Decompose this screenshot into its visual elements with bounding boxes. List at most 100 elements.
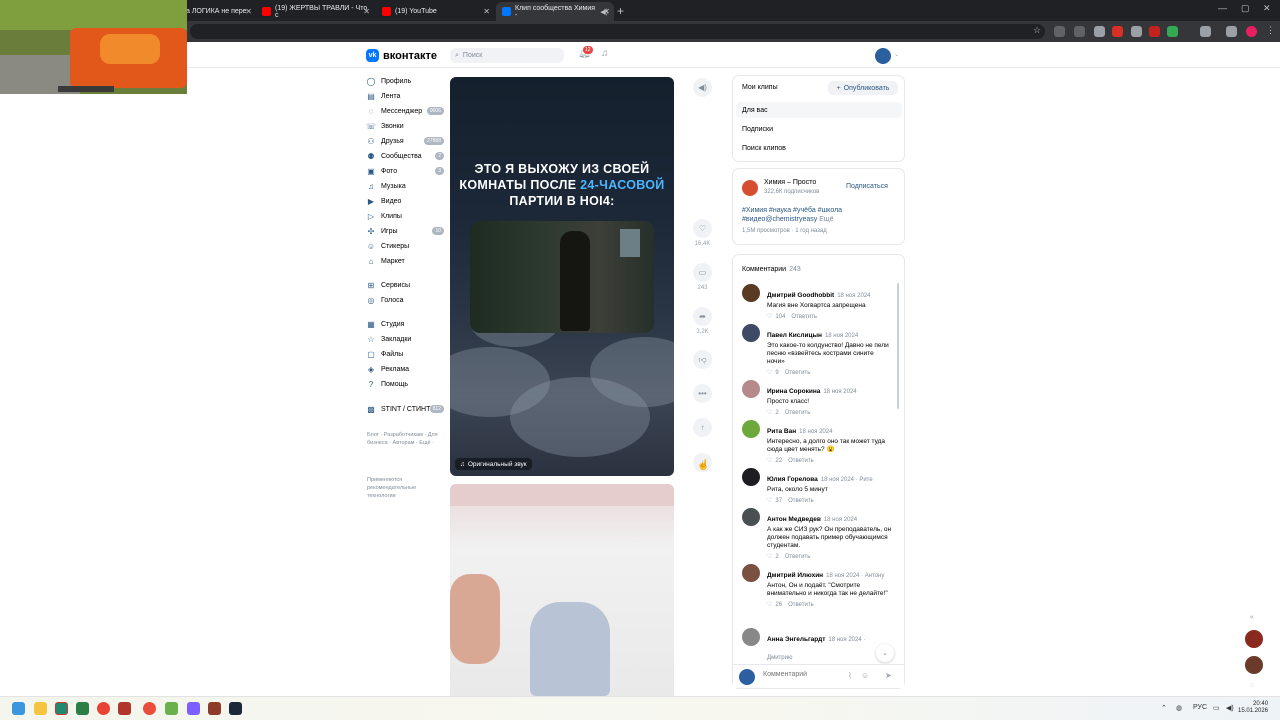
collapse-icon[interactable]: « [1250,614,1254,621]
clip-player-next[interactable] [450,484,674,696]
new-tab-icon[interactable]: + [617,4,624,18]
clip-tags[interactable]: #Химия #наука #учёба #школа #видео@chemi… [742,206,892,224]
sidebar-item[interactable]: ▶ Видео [366,194,446,208]
chat-avatar[interactable] [1245,630,1263,648]
comment-input[interactable] [763,671,843,678]
close-icon[interactable]: ✕ [603,7,610,16]
volume-tray-icon[interactable]: ◀) [1226,704,1234,712]
dislike-button[interactable]: 👎︎ [693,350,712,369]
sidebar-item[interactable]: ✣ Игры 10 [366,224,446,238]
menu-icon[interactable]: ⋮ [1266,25,1275,36]
previous-clip-button[interactable]: ↑ [693,418,712,437]
subscribe-button[interactable]: Подписаться [846,183,888,190]
emoji-icon[interactable]: ☺ [861,671,869,680]
avatar[interactable] [742,380,760,398]
publish-button[interactable]: + Опубликовать [828,81,898,95]
sidebar-item[interactable]: ▤ Лента [366,89,446,103]
extension-icon[interactable] [1094,26,1105,37]
tray-chevron-icon[interactable]: ⌃ [1161,704,1167,712]
sidebar-item[interactable]: ♫ Музыка [366,179,446,193]
app-icon[interactable] [76,702,89,715]
reply-button[interactable]: Ответить [788,498,814,504]
sidebar-item[interactable]: ◯ Профиль [366,74,446,88]
extension-icon[interactable] [1167,26,1178,37]
extension-icon[interactable] [1112,26,1123,37]
heart-icon[interactable]: ♡ [767,458,772,464]
share-button[interactable]: ➦ 3,2K [693,307,712,335]
browser-tab[interactable]: (19) ЖЕРТВЫ ТРАВЛИ - Что с ✕ [256,2,374,21]
chat-avatar[interactable] [1245,656,1263,674]
app-icon[interactable] [143,702,156,715]
comment-author[interactable]: Юлия Горелова [767,476,818,483]
comment-button[interactable]: ▭ 243 [693,263,712,291]
extension-icon[interactable] [1054,26,1065,37]
reply-button[interactable]: Ответить [791,314,817,320]
close-icon[interactable]: ✕ [483,7,490,16]
minecraft-icon[interactable] [208,702,221,715]
close-icon[interactable]: ✕ [363,7,370,16]
app-icon[interactable] [118,702,131,715]
like-button[interactable]: ♡ 16,4K [693,219,712,247]
sidebar-item[interactable]: ⚇ Друзья 27888 [366,134,446,148]
vk-logo[interactable]: vk вконтакте [366,49,437,62]
avatar[interactable] [875,48,891,64]
heart-icon[interactable]: ♡ [767,554,772,560]
language-indicator[interactable]: РУС [1193,704,1207,711]
comment-author[interactable]: Ирина Сорокина [767,388,820,395]
reply-button[interactable]: Ответить [788,602,814,608]
app-icon[interactable] [55,702,68,715]
sidebar-item[interactable]: ◈ Реклама [366,362,446,376]
sidebar-item[interactable]: ▩ STINT / СТИНТ 812 [366,402,446,416]
reply-button[interactable]: Ответить [788,458,814,464]
extension-icon[interactable] [1074,26,1085,37]
comment-author[interactable]: Антон Медведев [767,516,821,523]
close-icon[interactable]: ✕ [245,7,252,16]
comment-author[interactable]: Анна Энгельгардт [767,636,825,643]
avatar[interactable] [742,564,760,582]
my-clips-link[interactable]: Мои клипы [742,84,778,91]
sidebar-item[interactable]: ⊞ Сервисы [366,278,446,292]
reply-button[interactable]: Ответить [785,554,811,560]
extension-icon[interactable] [1200,26,1211,37]
chrome-icon[interactable] [97,702,110,715]
scroll-down-button[interactable]: ⌄ [876,644,894,662]
app-icon[interactable] [187,702,200,715]
sidebar-item[interactable]: ⌂ Маркет [366,254,446,268]
more-button[interactable]: ••• [693,384,712,403]
address-bar[interactable] [190,24,1045,39]
close-window-icon[interactable]: ✕ [1263,3,1271,14]
original-sound-button[interactable]: ♫ Оригинальный звук [455,458,532,470]
heart-icon[interactable]: ♡ [767,498,772,504]
sidebar-item[interactable]: ▢ Файлы [366,347,446,361]
footer-links[interactable]: Блог · Разработчикам · Для бизнеса · Авт… [367,431,439,447]
minimize-icon[interactable]: — [1218,3,1227,13]
sidebar-item[interactable]: ☆ Закладки [366,332,446,346]
avatar[interactable] [742,468,760,486]
sidebar-item[interactable]: ▦ Студия [366,317,446,331]
send-icon[interactable]: ➤ [885,671,892,680]
start-icon[interactable] [12,702,25,715]
attach-icon[interactable]: ⌇ [848,671,852,680]
heart-icon[interactable]: ♡ [767,602,772,608]
menu-for-you[interactable]: Для вас [742,107,768,114]
extension-icon[interactable] [1131,26,1142,37]
comment-author[interactable]: Дмитрий Goodhobbit [767,292,834,299]
author-name[interactable]: Химия – Просто [764,179,816,186]
heart-icon[interactable]: ♡ [767,410,772,416]
network-icon[interactable]: ▭ [1213,704,1220,712]
app-icon[interactable] [165,702,178,715]
avatar[interactable] [742,284,760,302]
comment-author[interactable]: Рита Ван [767,428,796,435]
avatar[interactable] [742,508,760,526]
steam-icon[interactable] [229,702,242,715]
sidebar-item[interactable]: ◌ Мессенджер 9006 [366,104,446,118]
search-input[interactable]: ⌕ Поиск [450,48,564,63]
comment-author[interactable]: Павел Кислицын [767,332,822,339]
clip-player[interactable]: ЭТО Я ВЫХОЖУ ИЗ СВОЕЙ КОМНАТЫ ПОСЛЕ 24-Ч… [450,77,674,476]
file-explorer-icon[interactable] [34,702,47,715]
extension-icon[interactable] [1226,26,1237,37]
maximize-icon[interactable]: ▢ [1241,3,1250,14]
reply-button[interactable]: Ответить [785,410,811,416]
sidebar-item[interactable]: ▷ Клипы [366,209,446,223]
browser-tab[interactable]: а ЛОГИКА не пере ✕ [180,2,256,21]
